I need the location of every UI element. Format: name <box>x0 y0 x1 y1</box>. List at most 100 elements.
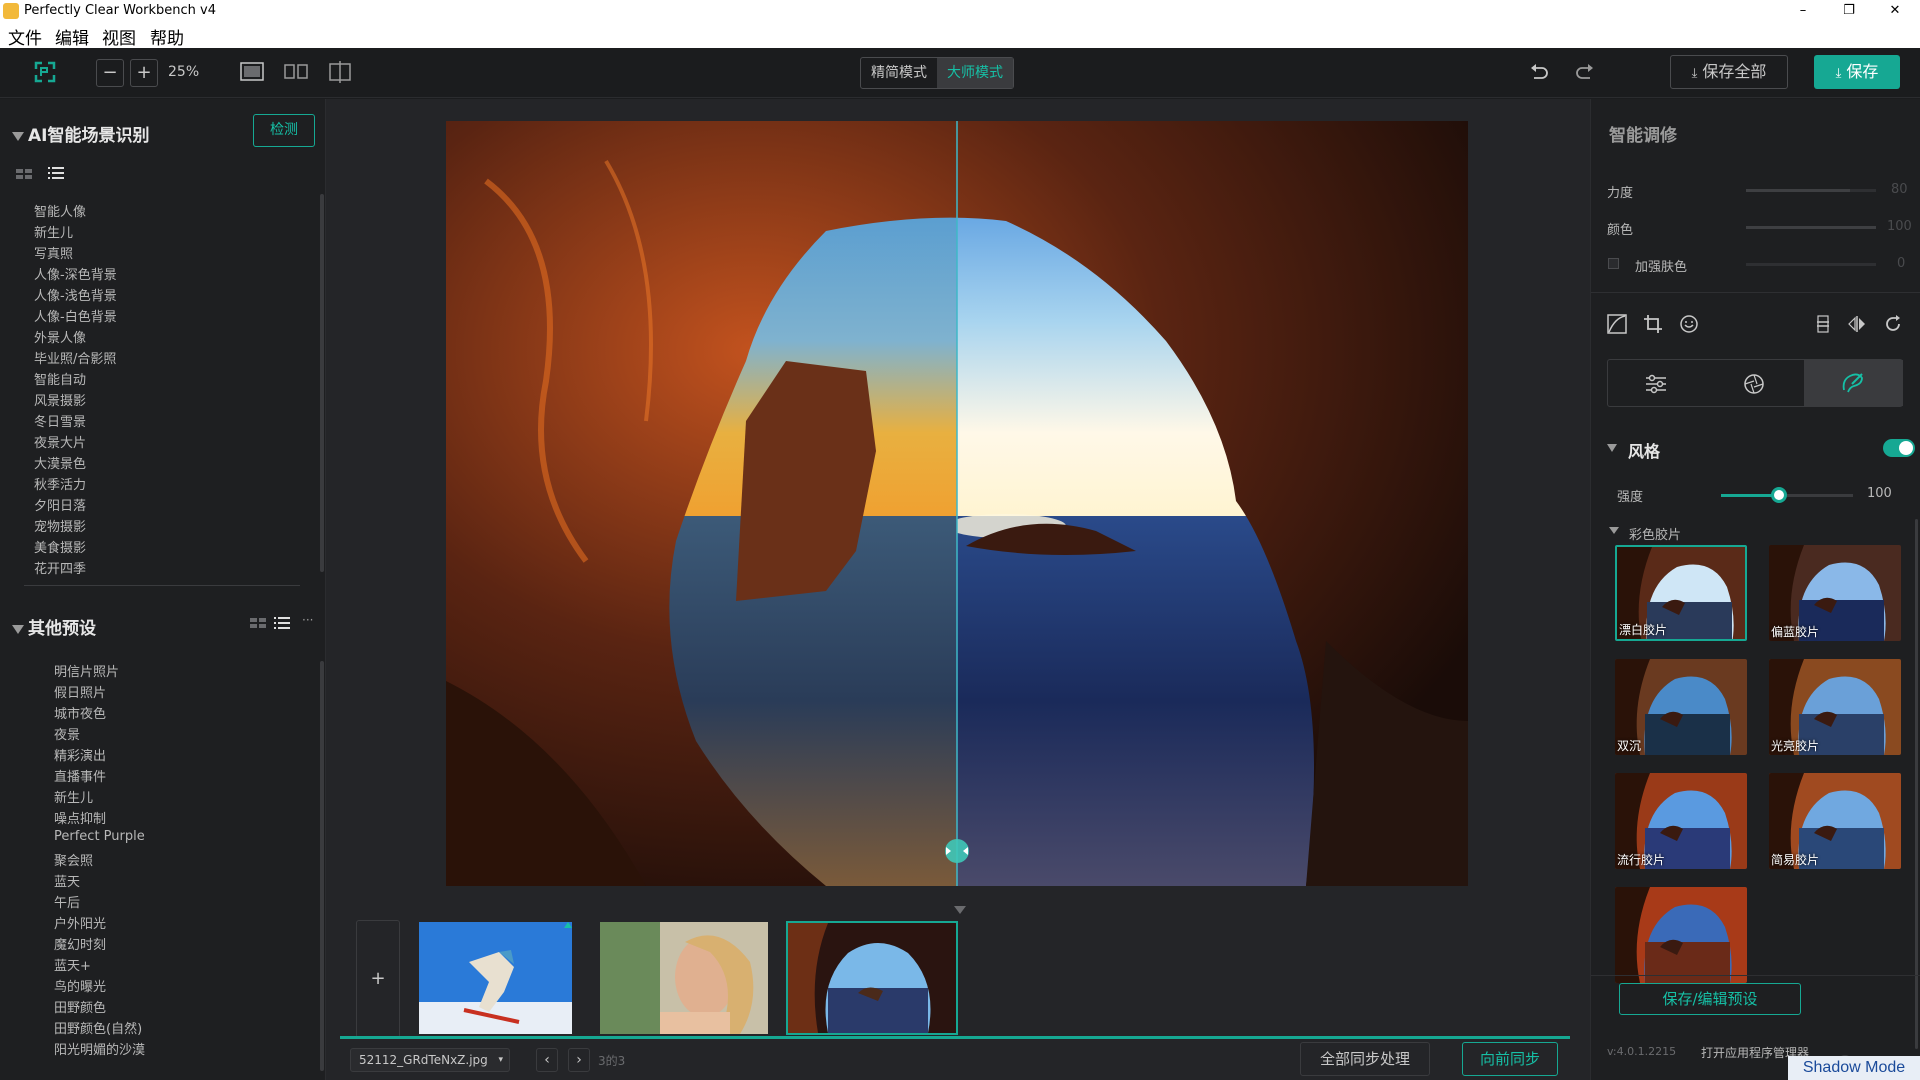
ai-preset-item[interactable]: 秋季活力 <box>34 474 86 493</box>
rotate-icon[interactable] <box>1883 314 1903 334</box>
flip-horizontal-icon[interactable] <box>1847 314 1867 334</box>
ai-preset-item[interactable]: 大漠景色 <box>34 453 86 472</box>
preset-item[interactable]: 新生儿 <box>54 787 93 806</box>
ai-preset-item[interactable]: 夜景大片 <box>34 432 86 451</box>
zoom-in-button[interactable]: + <box>130 59 158 87</box>
sync-forward-button[interactable]: 向前同步 <box>1462 1042 1558 1076</box>
preset-item[interactable]: 精彩演出 <box>54 745 106 764</box>
presets-scrollbar[interactable] <box>320 661 324 1071</box>
detect-button[interactable]: 检测 <box>253 114 315 147</box>
single-view-icon[interactable] <box>240 62 264 82</box>
film-preset-thumb[interactable]: 光亮胶片 <box>1769 659 1901 755</box>
save-preset-button[interactable]: 保存/编辑预设 <box>1619 983 1801 1015</box>
ai-preset-item[interactable]: 人像-浅色背景 <box>34 285 117 304</box>
save-button[interactable]: ⤓ 保存 <box>1814 55 1900 89</box>
preset-item[interactable]: Perfect Purple <box>54 829 145 844</box>
ai-section-header[interactable]: AI智能场景识别 <box>12 121 149 146</box>
film-preset-thumb[interactable]: 漂白胶片 <box>1615 545 1747 641</box>
ai-preset-item[interactable]: 人像-深色背景 <box>34 264 117 283</box>
film-preset-thumb[interactable]: 流行胶片 <box>1615 773 1747 869</box>
ai-list-scrollbar[interactable] <box>320 194 324 572</box>
preset-item[interactable]: 田野颜色 <box>54 997 106 1016</box>
filename-dropdown[interactable]: 52112_GRdTeNxZ.jpg ▾ <box>350 1048 510 1072</box>
preset-item[interactable]: 蓝天 <box>54 871 80 890</box>
flip-vertical-icon[interactable] <box>1813 314 1833 334</box>
style-scrollbar[interactable] <box>1915 519 1918 1049</box>
style-toggle[interactable] <box>1883 439 1915 457</box>
ai-preset-item[interactable]: 冬日雪景 <box>34 411 86 430</box>
ai-preset-item[interactable]: 毕业照/合影照 <box>34 348 116 367</box>
film-preset-thumb[interactable]: 双沉 <box>1615 659 1747 755</box>
preset-item[interactable]: 噪点抑制 <box>54 808 106 827</box>
ai-preset-item[interactable]: 美食摄影 <box>34 537 86 556</box>
preset-item[interactable]: 户外阳光 <box>54 913 106 932</box>
filmstrip-thumb-cave-selected[interactable] <box>786 921 958 1035</box>
split-view-icon[interactable] <box>284 62 308 82</box>
preset-item[interactable]: 午后 <box>54 892 80 911</box>
sync-all-button[interactable]: 全部同步处理 <box>1300 1042 1430 1076</box>
ai-preset-item[interactable]: 写真照 <box>34 243 73 262</box>
skin-slider[interactable] <box>1746 263 1876 266</box>
mode-master-button[interactable]: 大师模式 <box>937 58 1013 88</box>
preset-item[interactable]: 明信片照片 <box>54 661 119 680</box>
preset-item[interactable]: 聚会照 <box>54 850 93 869</box>
ai-preset-item[interactable]: 夕阳日落 <box>34 495 86 514</box>
ai-preset-item[interactable]: 智能自动 <box>34 369 86 388</box>
list-view-icon[interactable] <box>48 166 64 180</box>
save-all-button[interactable]: ⤓ 保存全部 <box>1670 55 1788 89</box>
preset-item[interactable]: 城市夜色 <box>54 703 106 722</box>
photo-preview[interactable] <box>446 121 1468 886</box>
filmstrip-thumb-snowboard[interactable] <box>419 922 572 1034</box>
shadow-mode-badge[interactable]: Shadow Mode <box>1788 1056 1920 1080</box>
menu-view[interactable]: 视图 <box>102 24 136 49</box>
presets-grid-icon[interactable] <box>250 617 266 629</box>
maximize-button[interactable]: ❐ <box>1826 0 1872 22</box>
ai-preset-item[interactable]: 人像-白色背景 <box>34 306 117 325</box>
presets-more-icon[interactable]: ··· <box>302 613 313 627</box>
preset-item[interactable]: 魔幻时刻 <box>54 934 106 953</box>
menu-file[interactable]: 文件 <box>8 24 42 49</box>
ai-preset-item[interactable]: 宠物摄影 <box>34 516 86 535</box>
preset-item[interactable]: 直播事件 <box>54 766 106 785</box>
ai-preset-item[interactable]: 花开四季 <box>34 558 86 577</box>
preset-item[interactable]: 鸟的曝光 <box>54 976 106 995</box>
film-group-collapse-icon[interactable] <box>1609 527 1619 534</box>
crop-icon[interactable] <box>1643 314 1663 334</box>
ai-preset-item[interactable]: 风景摄影 <box>34 390 86 409</box>
film-preset-thumb[interactable]: 简易胶片 <box>1769 773 1901 869</box>
zoom-out-button[interactable]: − <box>96 59 124 87</box>
add-image-button[interactable]: + <box>356 920 400 1038</box>
preset-item[interactable]: 田野颜色(自然) <box>54 1018 142 1037</box>
style-collapse-icon[interactable] <box>1607 444 1617 452</box>
presets-section-header[interactable]: 其他预设 <box>12 614 96 639</box>
film-preset-thumb[interactable] <box>1615 887 1747 983</box>
lens-tab-icon[interactable] <box>1742 372 1766 396</box>
compare-view-icon[interactable] <box>328 61 352 83</box>
menu-edit[interactable]: 编辑 <box>55 24 89 49</box>
preset-item[interactable]: 阳光明媚的沙漠 <box>54 1039 145 1058</box>
presets-list-icon[interactable] <box>274 616 290 630</box>
intensity-slider-handle[interactable] <box>1771 487 1787 503</box>
preset-item[interactable]: 蓝天+ <box>54 955 91 974</box>
redo-icon[interactable] <box>1574 62 1596 84</box>
adjustments-tab-icon[interactable] <box>1644 372 1668 396</box>
menu-help[interactable]: 帮助 <box>150 24 184 49</box>
preset-item[interactable]: 夜景 <box>54 724 80 743</box>
skin-checkbox[interactable] <box>1608 258 1619 269</box>
grid-view-icon[interactable] <box>16 168 32 180</box>
filmstrip-toggle-icon[interactable] <box>954 906 966 914</box>
intensity-slider[interactable] <box>1721 494 1853 497</box>
minimize-button[interactable]: – <box>1780 0 1826 22</box>
strength-slider[interactable] <box>1746 189 1876 192</box>
mode-simple-button[interactable]: 精简模式 <box>861 58 937 88</box>
undo-icon[interactable] <box>1528 62 1550 84</box>
ai-preset-item[interactable]: 智能人像 <box>34 201 86 220</box>
face-icon[interactable] <box>1679 314 1699 334</box>
ai-preset-item[interactable]: 新生儿 <box>34 222 73 241</box>
preset-item[interactable]: 假日照片 <box>54 682 106 701</box>
curves-icon[interactable] <box>1607 314 1627 334</box>
prev-image-button[interactable]: ‹ <box>536 1048 558 1072</box>
film-preset-thumb[interactable]: 偏蓝胶片 <box>1769 545 1901 641</box>
filmstrip-thumb-portrait[interactable] <box>600 922 768 1034</box>
color-slider[interactable] <box>1746 226 1876 229</box>
